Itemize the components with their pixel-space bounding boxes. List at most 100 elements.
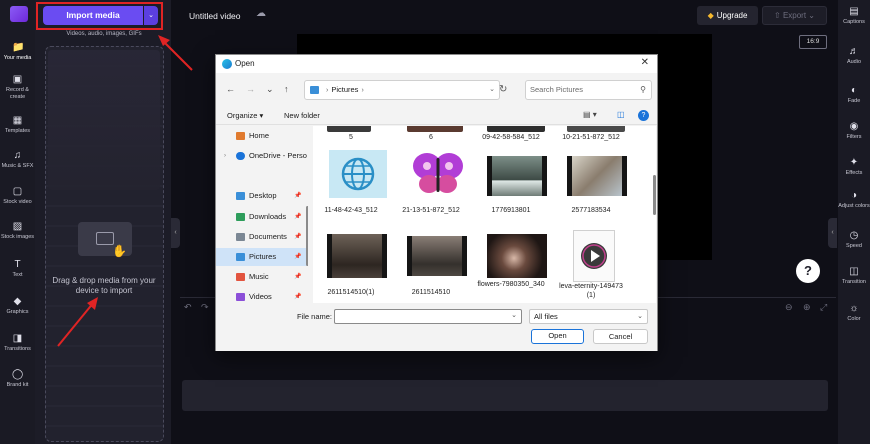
cc-icon: ▤: [849, 6, 859, 17]
files-scrollbar[interactable]: [653, 175, 656, 215]
rail-item-color[interactable]: ☼ Color: [838, 303, 870, 323]
aspect-ratio-button[interactable]: 16:9: [799, 35, 827, 49]
rail-item-effects[interactable]: ✦ Effects: [838, 157, 870, 177]
rail-item-fade[interactable]: ◐ Fade: [838, 85, 870, 105]
blurred-media-area: [48, 50, 160, 190]
rail-label: Transition: [842, 279, 866, 285]
file-name-label: File name:: [297, 312, 333, 321]
transition-icon: ◫: [849, 266, 859, 277]
address-bar[interactable]: › Pictures › ⌄: [304, 80, 500, 100]
preview-pane-icon[interactable]: ◫: [617, 110, 625, 119]
help-icon[interactable]: ?: [638, 110, 649, 121]
nav-scrollbar[interactable]: [306, 206, 308, 266]
file-item[interactable]: 21-13-51-872_512: [395, 148, 467, 238]
refresh-icon[interactable]: ↻: [499, 84, 507, 95]
rail-item-transition[interactable]: ◫ Transition: [838, 266, 870, 286]
nav-item-home[interactable]: Home: [216, 127, 308, 145]
rail-item-filters[interactable]: ◉ Filters: [838, 121, 870, 141]
back-icon[interactable]: ←: [226, 84, 235, 94]
rail-item-adjust-colors[interactable]: ◑ Adjust colors: [838, 190, 870, 210]
file-item[interactable]: 2577183534: [555, 148, 627, 238]
shapes-icon: ◆: [13, 296, 22, 307]
file-item[interactable]: 6: [395, 128, 467, 142]
search-input[interactable]: Search Pictures ⚲: [525, 80, 652, 100]
file-item[interactable]: 09-42-58-584_512: [475, 128, 547, 142]
forward-icon[interactable]: →: [246, 84, 255, 94]
recent-dropdown-icon[interactable]: ⌄: [266, 84, 274, 95]
nav-item-videos[interactable]: Videos 📌: [216, 288, 308, 303]
rail-item-stock-images[interactable]: ▨ Stock images: [0, 221, 35, 241]
rail-item-record[interactable]: ▣ Record & create: [0, 74, 35, 100]
rail-item-stock-video[interactable]: ▢ Stock video: [0, 186, 35, 206]
zoom-out-icon[interactable]: ⊖: [785, 302, 793, 313]
collapse-panel-button[interactable]: ‹: [171, 218, 180, 248]
file-name: 2611514510: [411, 289, 451, 296]
nav-label: Music: [249, 272, 269, 281]
file-item[interactable]: 1776913801: [475, 148, 547, 238]
media-icon: ✋: [78, 222, 132, 258]
breadcrumb-pictures[interactable]: Pictures: [331, 85, 358, 94]
expand-icon[interactable]: ›: [224, 147, 226, 165]
fit-icon[interactable]: ⤢: [820, 302, 827, 313]
nav-label: Desktop: [249, 191, 277, 200]
chevron-down-icon[interactable]: ⌄: [489, 81, 495, 99]
camera-icon: ▣: [12, 74, 23, 85]
open-button[interactable]: Open: [531, 329, 584, 344]
rail-item-transitions[interactable]: ◨ Transitions: [0, 333, 35, 353]
upgrade-label: Upgrade: [716, 11, 748, 20]
nav-item-pictures[interactable]: Pictures 📌: [216, 248, 308, 266]
rail-item-graphics[interactable]: ◆ Graphics: [0, 296, 35, 316]
speed-icon: ◷: [849, 230, 859, 241]
file-type-select[interactable]: All files ⌄: [529, 309, 648, 324]
timeline-track[interactable]: [182, 380, 828, 411]
view-options-icon[interactable]: ▤ ▾: [583, 110, 597, 119]
rail-item-templates[interactable]: ▦ Templates: [0, 115, 35, 135]
zoom-in-icon[interactable]: ⊕: [803, 302, 811, 313]
undo-icon[interactable]: ↶: [184, 302, 192, 313]
rail-item-music[interactable]: ♫ Music & SFX: [0, 150, 35, 170]
close-icon[interactable]: ✕: [641, 57, 649, 68]
rail-item-speed[interactable]: ◷ Speed: [838, 230, 870, 250]
chevron-down-icon[interactable]: ⌄: [511, 311, 517, 319]
file-item[interactable]: 5: [315, 128, 387, 142]
rail-item-audio[interactable]: ♬ Audio: [838, 46, 870, 66]
organize-button[interactable]: Organize ▾: [227, 111, 263, 120]
file-name: leva-eternity-149473 (1): [559, 283, 623, 299]
hand-cursor-icon: ✋: [112, 244, 127, 258]
rail-item-your-media[interactable]: 📁 Your media: [0, 37, 35, 67]
file-item[interactable]: 10-21-51-872_512: [555, 128, 627, 142]
collapse-properties-button[interactable]: ‹: [828, 218, 837, 248]
upgrade-button[interactable]: ◆ Upgrade: [697, 6, 758, 25]
palette-icon: ☼: [849, 303, 859, 314]
text-icon: T: [14, 259, 21, 270]
export-button[interactable]: ⇧ Export ⌄: [762, 6, 827, 25]
nav-item-music[interactable]: Music 📌: [216, 268, 308, 286]
up-icon[interactable]: ↑: [284, 84, 289, 94]
music-icon: [236, 273, 245, 281]
nav-item-onedrive[interactable]: › OneDrive - Perso: [216, 147, 308, 165]
nav-item-documents[interactable]: Documents 📌: [216, 228, 308, 246]
file-item[interactable]: leva-eternity-149473 (1): [555, 230, 627, 303]
nav-item-downloads[interactable]: Downloads 📌: [216, 208, 308, 226]
redo-icon[interactable]: ↷: [201, 302, 209, 313]
nav-label: Pictures: [249, 252, 277, 261]
rail-label: Your media: [3, 55, 32, 61]
rail-item-text[interactable]: T Text: [0, 259, 35, 279]
help-button[interactable]: ?: [796, 259, 820, 283]
chevron-left-icon: ‹: [831, 229, 834, 236]
nav-label: Videos: [249, 292, 272, 301]
file-item[interactable]: flowers-7980350_340: [475, 230, 547, 303]
rail-label: Graphics: [6, 309, 29, 315]
file-name-input[interactable]: ⌄: [334, 309, 522, 324]
file-item[interactable]: 2611514510: [395, 230, 467, 303]
rail-item-captions[interactable]: ▤ Captions: [838, 6, 870, 26]
templates-icon: ▦: [12, 115, 23, 126]
cancel-button[interactable]: Cancel: [593, 329, 648, 344]
rail-item-brand-kit[interactable]: ◯ Brand kit: [0, 369, 35, 389]
filters-icon: ◉: [849, 121, 859, 132]
file-item[interactable]: 2611514510(1): [315, 230, 387, 303]
project-title[interactable]: Untitled video: [189, 11, 241, 21]
nav-item-desktop[interactable]: Desktop 📌: [216, 187, 308, 205]
new-folder-button[interactable]: New folder: [284, 111, 320, 120]
file-item[interactable]: 11-48-42-43_512: [315, 148, 387, 238]
